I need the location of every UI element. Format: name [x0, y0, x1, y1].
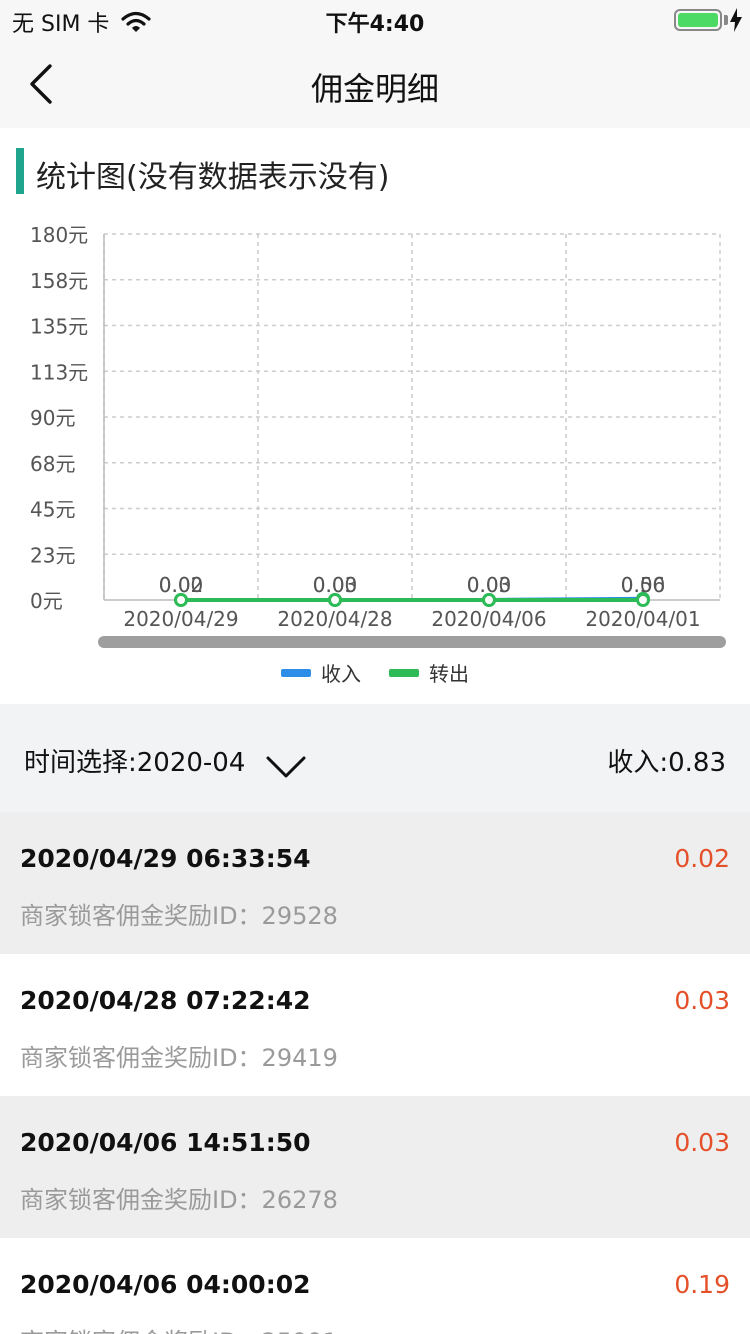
y-tick-label: 45元	[30, 498, 75, 522]
legend-item: 收入	[281, 658, 361, 687]
legend-label: 转出	[429, 662, 469, 686]
y-tick-label: 135元	[30, 315, 88, 339]
battery-cap	[724, 15, 728, 25]
chevron-down-icon[interactable]	[266, 752, 306, 782]
data-label: 0.00	[313, 573, 358, 597]
chart-legend: 收入 转出	[0, 658, 750, 687]
nav-bar: 佣金明细	[0, 40, 750, 128]
y-tick-label: 158元	[30, 269, 88, 293]
list-item[interactable]: 2020/04/28 07:22:42 0.03 商家锁客佣金奖励ID：2941…	[0, 954, 750, 1096]
record-amount: 0.19	[674, 1270, 730, 1299]
data-label: 0.00	[621, 573, 666, 597]
data-label: 0.00	[159, 573, 204, 597]
y-tick-label: 90元	[30, 406, 75, 430]
record-time: 2020/04/06 04:00:02	[20, 1270, 311, 1299]
y-tick-label: 113元	[30, 360, 88, 384]
record-time: 2020/04/28 07:22:42	[20, 986, 311, 1015]
y-tick-label: 68元	[30, 452, 75, 476]
legend-swatch	[389, 668, 419, 677]
chart-card: 统计图(没有数据表示没有) 0元 23元 45元 68元 90元 113元 135元 158元…	[0, 128, 750, 704]
record-description: 商家锁客佣金奖励ID：25991	[20, 1322, 338, 1334]
record-time: 2020/04/29 06:33:54	[20, 844, 311, 873]
record-description: 商家锁客佣金奖励ID：29419	[20, 1044, 338, 1072]
income-total: 收入:0.83	[607, 748, 726, 778]
x-tick-label: 2020/04/01	[585, 607, 700, 631]
legend-item: 转出	[389, 658, 469, 687]
y-tick-label: 0元	[30, 589, 63, 613]
record-time: 2020/04/06 14:51:50	[20, 1128, 311, 1157]
data-label: 0.00	[467, 573, 512, 597]
record-amount: 0.02	[674, 844, 730, 873]
record-amount: 0.03	[674, 986, 730, 1015]
list-item[interactable]: 2020/04/06 04:00:02 0.19 商家锁客佣金奖励ID：2599…	[0, 1238, 750, 1334]
battery-icon	[674, 9, 722, 31]
status-time: 下午4:40	[325, 12, 425, 37]
x-tick-label: 2020/04/06	[431, 607, 546, 631]
status-bar: 无 SIM 卡 下午4:40	[0, 0, 750, 40]
list-item[interactable]: 2020/04/29 06:33:54 0.02 商家锁客佣金奖励ID：2952…	[0, 812, 750, 954]
chart-scrollbar	[98, 636, 726, 648]
filter-bar: 时间选择:2020-04 收入:0.83	[0, 704, 750, 812]
record-description: 商家锁客佣金奖励ID：26278	[20, 1186, 338, 1214]
list-item[interactable]: 2020/04/06 14:51:50 0.03 商家锁客佣金奖励ID：2627…	[0, 1096, 750, 1238]
charging-bolt-icon	[730, 8, 742, 32]
record-amount: 0.03	[674, 1128, 730, 1157]
y-tick-label: 23元	[30, 543, 75, 567]
y-tick-label: 180元	[30, 223, 88, 247]
x-tick-label: 2020/04/29	[123, 607, 238, 631]
line-chart: 0元 23元 45元 68元 90元 113元 135元 158元 180元 2020/04/29…	[30, 223, 726, 648]
legend-label: 收入	[321, 662, 361, 686]
legend-swatch	[281, 668, 311, 677]
x-tick-label: 2020/04/28	[277, 607, 392, 631]
record-description: 商家锁客佣金奖励ID：29528	[20, 902, 338, 930]
page-title: 佣金明细	[310, 70, 439, 108]
month-filter-label[interactable]: 时间选择:2020-04	[24, 742, 245, 779]
